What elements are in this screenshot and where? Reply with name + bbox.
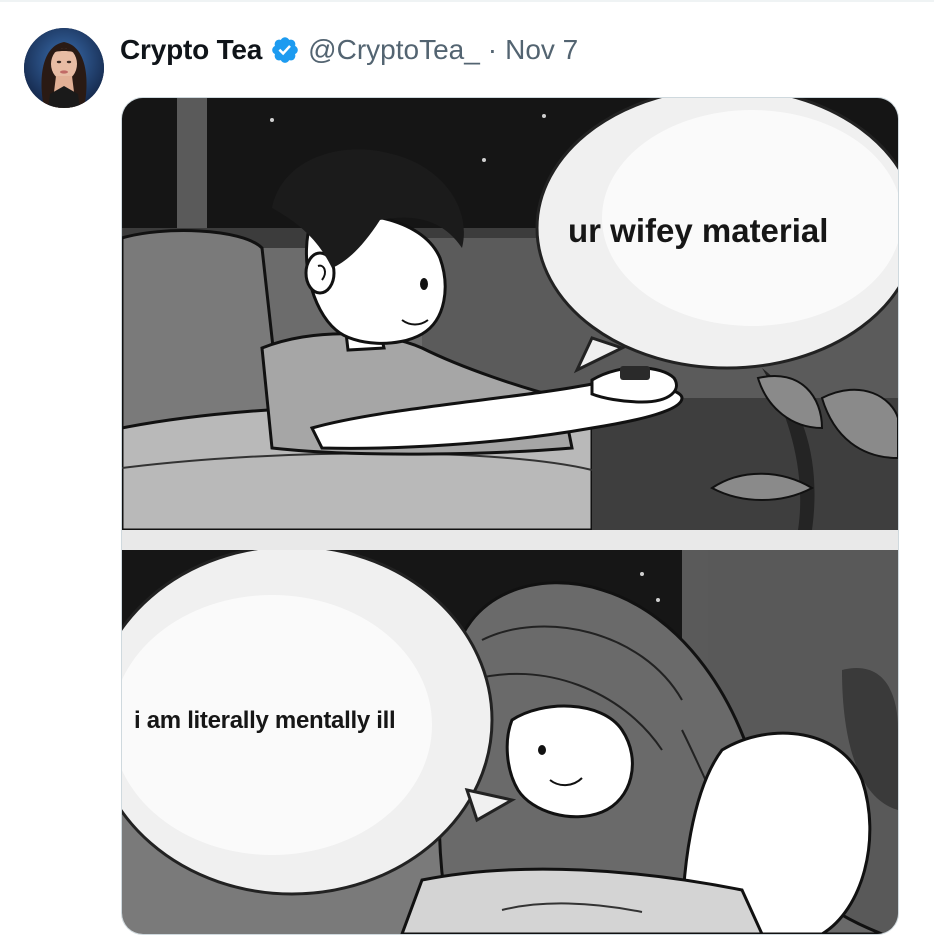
meme-panel-top: ur wifey material [122,98,898,530]
speech-bubble-text: ur wifey material [568,212,829,249]
tweet-media[interactable]: ur wifey material i am literally mentall… [121,97,899,935]
avatar[interactable] [24,28,104,108]
panel-divider [122,530,898,550]
verified-badge-icon [272,37,298,63]
tweet-screen: Crypto Tea @CryptoTea_ · Nov 7 ur wifey … [0,0,934,951]
separator-dot: · [487,34,498,65]
tweet-header: Crypto Tea @CryptoTea_ · Nov 7 [120,30,578,70]
boy-in-bed-illustration [122,98,898,530]
display-name[interactable]: Crypto Tea [120,34,262,66]
user-handle[interactable]: @CryptoTea_ [308,34,480,66]
girl-in-bed-illustration [122,550,898,934]
tweet-date[interactable]: Nov 7 [505,34,578,66]
profile-photo-icon [24,28,104,108]
meme-panel-bottom: i am literally mentally ill [122,550,898,934]
divider [0,0,934,2]
speech-bubble-text: i am literally mentally ill [134,707,396,734]
